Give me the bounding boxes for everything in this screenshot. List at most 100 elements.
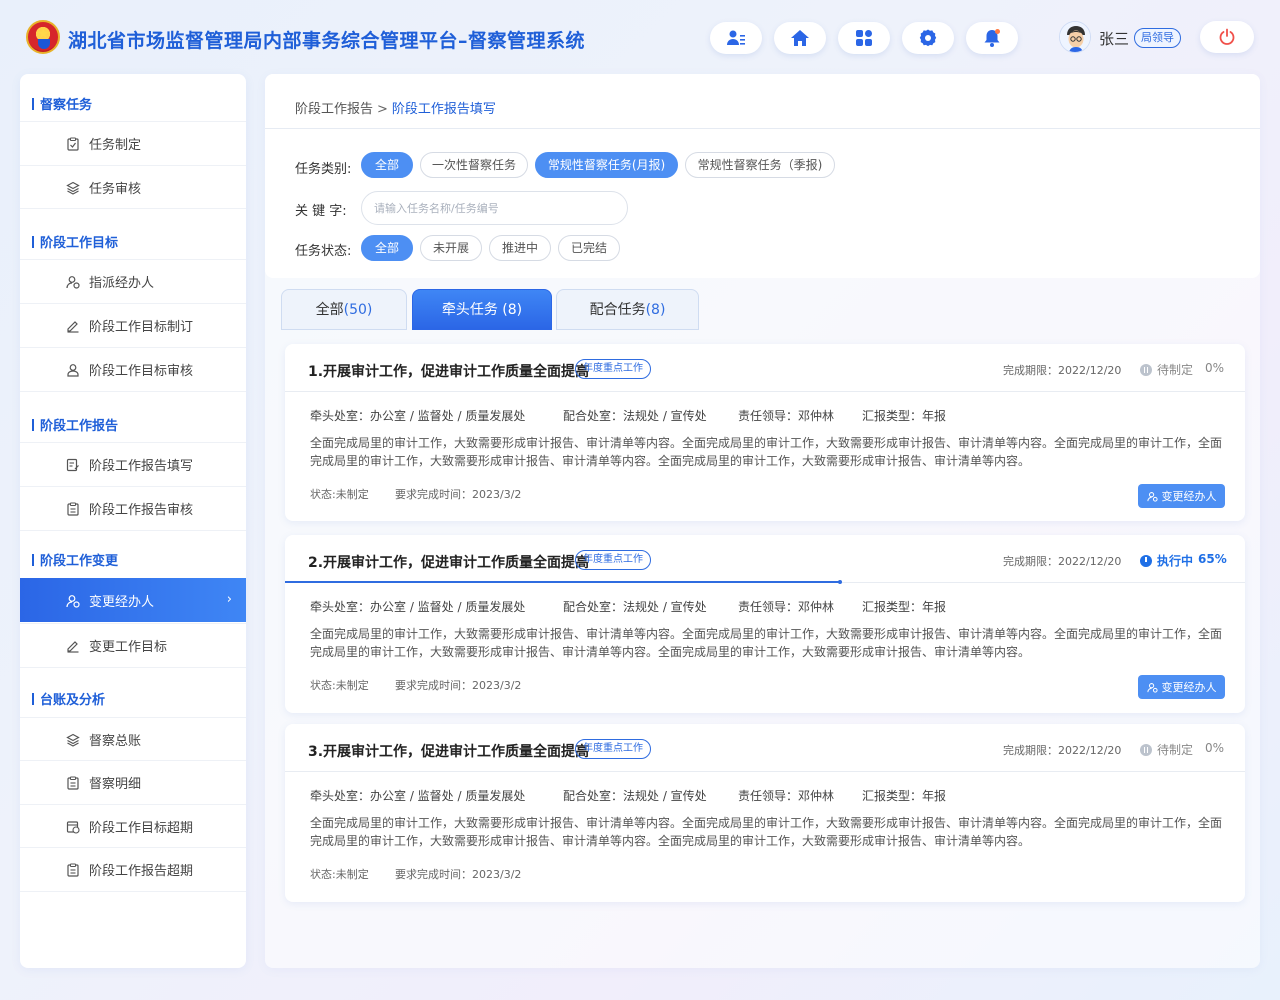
sidebar-item-task-create[interactable]: 任务制定 (20, 121, 246, 165)
category-chip-all[interactable]: 全部 (361, 152, 413, 178)
sidebar-item-label: 阶段工作报告填写 (89, 459, 194, 474)
task-leader: 责任领导：邓仲林 (738, 600, 835, 614)
sidebar-item-label: 任务制定 (89, 138, 142, 153)
task-card[interactable]: 3.开展审计工作，促进审计工作质量全面提高 年度重点工作 完成期限：2022/1… (285, 724, 1245, 902)
category-chip-one-time[interactable]: 一次性督察任务 (420, 152, 528, 178)
pause-icon (1140, 743, 1152, 756)
sidebar-item-assign-handler[interactable]: 指派经办人 (20, 259, 246, 303)
keyword-search-input[interactable] (361, 191, 628, 225)
edit-icon (66, 319, 80, 333)
change-handler-button[interactable]: 变更经办人 (1138, 675, 1225, 699)
sidebar-item-label: 变更工作目标 (89, 640, 168, 655)
settings-button[interactable] (902, 22, 954, 54)
clock-icon (1140, 554, 1152, 567)
apps-grid-icon (856, 30, 872, 46)
sidebar-item-change-goal[interactable]: 变更工作目标 (20, 623, 246, 667)
task-leader: 责任领导：邓仲林 (738, 409, 835, 423)
task-coop-dept: 配合处室：法规处 / 宣传处 (563, 789, 707, 803)
sidebar-section-title[interactable]: 阶段工作变更 (32, 550, 118, 569)
main-content: 阶段工作报告 > 阶段工作报告填写 任务类别: 全部 一次性督察任务 常规性督察任务… (265, 74, 1260, 968)
category-chip-monthly[interactable]: 常规性督察任务(月报) (535, 152, 678, 178)
sidebar-item-change-handler[interactable]: 变更经办人 › (20, 578, 246, 622)
task-progress-bar (285, 580, 842, 584)
sidebar-section-title[interactable]: 阶段工作报告 (32, 415, 118, 434)
status-chip-not-started[interactable]: 未开展 (420, 235, 482, 261)
bell-icon (984, 29, 1000, 47)
change-handler-button[interactable]: 变更经办人 (1138, 484, 1225, 508)
task-percent: 65% (1198, 552, 1227, 566)
home-button[interactable] (774, 22, 826, 54)
chevron-right-icon: › (226, 592, 232, 607)
sidebar-section-title[interactable]: 台账及分析 (32, 689, 105, 708)
keyword-label: 关 键 字: (295, 204, 347, 219)
layers-icon (66, 733, 80, 747)
user-role-badge: 局领导 (1134, 28, 1181, 48)
tab-all[interactable]: 全部(50) (281, 289, 407, 330)
logout-button[interactable] (1200, 21, 1254, 53)
sidebar-item-label: 指派经办人 (89, 276, 155, 291)
avatar[interactable] (1059, 21, 1091, 53)
task-status: 执行中 (1140, 552, 1193, 569)
sidebar-item-report-fill[interactable]: 阶段工作报告填写 (20, 442, 246, 486)
breadcrumb-separator: > (377, 102, 388, 117)
apps-button[interactable] (838, 22, 890, 54)
sidebar-item-label: 阶段工作目标审核 (89, 364, 194, 379)
sidebar-item-task-review[interactable]: 任务审核 (20, 165, 246, 209)
tab-count: (8) (645, 302, 666, 318)
tab-lead-tasks[interactable]: 牵头任务 (8) (412, 289, 552, 330)
task-description: 全面完成局里的审计工作，大致需要形成审计报告、审计清单等内容。全面完成局里的审计… (310, 816, 1223, 848)
task-percent: 0% (1205, 741, 1225, 755)
sidebar-item-label: 督察明细 (89, 777, 142, 792)
task-report-type: 汇报类型：年报 (862, 789, 947, 803)
calendar-clock-icon (66, 820, 80, 834)
task-lead-dept: 牵头处室：办公室 / 监督处 / 质量发展处 (310, 409, 526, 423)
task-state: 状态:未制定 (310, 488, 369, 501)
sidebar-item-label: 阶段工作报告超期 (89, 864, 194, 879)
status-chip-completed[interactable]: 已完结 (558, 235, 620, 261)
sidebar-item-label: 督察总账 (89, 734, 142, 749)
task-status: 待制定 (1140, 361, 1193, 378)
sidebar-item-goal-create[interactable]: 阶段工作目标制订 (20, 303, 246, 347)
task-tag-badge: 年度重点工作 (575, 550, 651, 570)
status-chip-all[interactable]: 全部 (361, 235, 413, 261)
category-chip-quarterly[interactable]: 常规性督察任务（季报) (685, 152, 835, 178)
breadcrumb-parent[interactable]: 阶段工作报告 (295, 102, 373, 117)
user-list-button[interactable] (710, 22, 762, 54)
sidebar-item-label: 变更经办人 (89, 595, 155, 610)
gear-icon (919, 29, 937, 47)
sidebar-item-goal-review[interactable]: 阶段工作目标审核 (20, 347, 246, 391)
sidebar-item-report-overdue[interactable]: 阶段工作报告超期 (20, 847, 246, 891)
power-icon (1219, 28, 1235, 45)
layers-icon (66, 181, 80, 195)
task-description: 全面完成局里的审计工作，大致需要形成审计报告、审计清单等内容。全面完成局里的审计… (310, 436, 1223, 468)
status-label: 任务状态: (295, 244, 352, 259)
sidebar-item-label: 任务审核 (89, 182, 142, 197)
task-tag-badge: 年度重点工作 (575, 739, 651, 759)
category-label: 任务类别: (295, 162, 352, 177)
edit-icon (66, 639, 80, 653)
sidebar-item-ledger[interactable]: 督察总账 (20, 717, 246, 761)
sidebar-item-goal-overdue[interactable]: 阶段工作目标超期 (20, 804, 246, 848)
sidebar-item-detail[interactable]: 督察明细 (20, 760, 246, 804)
task-due-time: 要求完成时间：2023/3/2 (395, 679, 522, 692)
task-leader: 责任领导：邓仲林 (738, 789, 835, 803)
task-due-time: 要求完成时间：2023/3/2 (395, 868, 522, 881)
top-header: ★ 湖北省市场监督管理局内部事务综合管理平台–督察管理系统 张三 局领导 (0, 0, 1280, 74)
emblem-logo-icon: ★ (26, 20, 60, 54)
tab-coop-tasks[interactable]: 配合任务(8) (556, 289, 699, 330)
task-deadline: 完成期限：2022/12/20 (1003, 555, 1122, 568)
system-title: 湖北省市场监督管理局内部事务综合管理平台–督察管理系统 (68, 30, 586, 52)
notifications-button[interactable] (966, 22, 1018, 54)
sidebar-item-label: 阶段工作目标制订 (89, 320, 194, 335)
task-card[interactable]: 1.开展审计工作，促进审计工作质量全面提高 年度重点工作 完成期限：2022/1… (285, 344, 1245, 521)
sidebar-section-title[interactable]: 阶段工作目标 (32, 232, 118, 251)
user-list-icon (727, 30, 745, 45)
task-card[interactable]: 2.开展审计工作，促进审计工作质量全面提高 年度重点工作 完成期限：2022/1… (285, 535, 1245, 713)
task-due-time: 要求完成时间：2023/3/2 (395, 488, 522, 501)
task-lead-dept: 牵头处室：办公室 / 监督处 / 质量发展处 (310, 789, 526, 803)
sidebar-item-report-review[interactable]: 阶段工作报告审核 (20, 486, 246, 530)
task-state: 状态:未制定 (310, 679, 369, 692)
sidebar-section-title[interactable]: 督察任务 (32, 94, 92, 113)
sidebar-item-label: 阶段工作报告审核 (89, 503, 194, 518)
status-chip-in-progress[interactable]: 推进中 (489, 235, 551, 261)
